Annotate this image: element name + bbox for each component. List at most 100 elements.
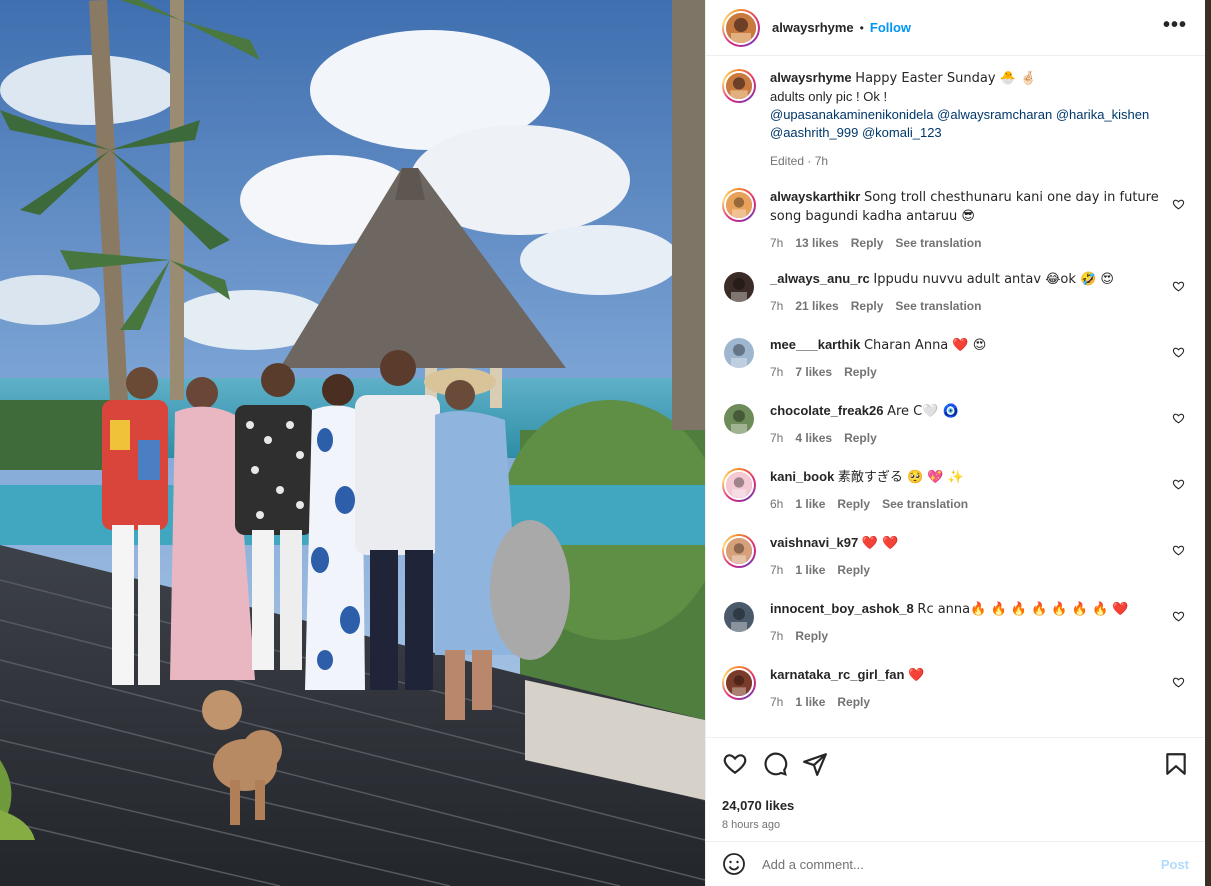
comment-avatar[interactable] — [722, 188, 756, 222]
comment-like-heart-icon[interactable] — [1172, 280, 1185, 293]
comment-avatar-image — [724, 404, 754, 434]
comment-avatar[interactable] — [722, 468, 756, 502]
comment-text: ❤️ — [908, 668, 925, 683]
comment-meta: 7h 1 like Reply — [770, 693, 1161, 711]
more-options-icon[interactable]: ••• — [1163, 15, 1187, 35]
comment-like-heart-icon[interactable] — [1172, 610, 1185, 623]
caption-mentions-line1[interactable]: @upasanakaminenikonidela @alwaysramchara… — [770, 106, 1161, 124]
comment-username[interactable]: innocent_boy_ashok_8 — [770, 601, 914, 616]
comment-meta: 7h 4 likes Reply — [770, 429, 1161, 447]
comments-list[interactable]: alwaysrhyme Happy Easter Sunday 🐣 🤞🏻 adu… — [706, 57, 1205, 737]
follow-button[interactable]: Follow — [870, 20, 911, 35]
comment-avatar-image — [724, 272, 754, 302]
comment-body: chocolate_freak26 Are C🤍 🧿 7h 4 likes Re… — [770, 402, 1189, 450]
caption-avatar[interactable] — [722, 69, 756, 103]
comment-item: _always_anu_rc Ippudu nuvvu adult antav … — [722, 270, 1189, 318]
add-comment-input[interactable] — [762, 856, 1161, 872]
post-comment-button[interactable]: Post — [1161, 857, 1189, 872]
separator-dot: • — [859, 20, 864, 35]
share-send-icon[interactable] — [802, 751, 828, 777]
comment-meta: 7h 21 likes Reply See translation — [770, 297, 1161, 315]
comment-like-heart-icon[interactable] — [1172, 544, 1185, 557]
comment-username[interactable]: chocolate_freak26 — [770, 403, 883, 418]
comment-reply-button[interactable]: Reply — [837, 561, 870, 579]
comment-avatar[interactable] — [722, 600, 756, 634]
comment-bubble-icon[interactable] — [762, 751, 788, 777]
author-avatar-image — [726, 12, 756, 43]
comment-item: karnataka_rc_girl_fan ❤️ 7h 1 like Reply — [722, 666, 1189, 714]
comment-reply-button[interactable]: Reply — [837, 495, 870, 513]
comment-text: Rc anna🔥 🔥 🔥 🔥 🔥 🔥 🔥 ❤️ — [917, 602, 1129, 617]
comment-time[interactable]: 6h — [770, 495, 783, 513]
comment-avatar[interactable] — [722, 534, 756, 568]
comment-likes[interactable]: 4 likes — [795, 429, 832, 447]
comment-time[interactable]: 7h — [770, 561, 783, 579]
emoji-picker-icon[interactable] — [722, 852, 746, 876]
background-edge — [1205, 0, 1211, 886]
comment-time[interactable]: 7h — [770, 693, 783, 711]
comment-reply-button[interactable]: Reply — [844, 363, 877, 381]
like-heart-icon[interactable] — [722, 751, 748, 777]
comment-time[interactable]: 7h — [770, 627, 783, 645]
comment-container: alwayskarthikr Song troll chesthunaru ka… — [722, 188, 1189, 714]
comment-likes[interactable]: 1 like — [795, 561, 825, 579]
comment-like-heart-icon[interactable] — [1172, 346, 1185, 359]
post-actions: 24,070 likes 8 hours ago — [706, 737, 1205, 831]
post-caption: alwaysrhyme Happy Easter Sunday 🐣 🤞🏻 adu… — [722, 69, 1189, 170]
comment-avatar-image — [724, 338, 754, 368]
comment-body: karnataka_rc_girl_fan ❤️ 7h 1 like Reply — [770, 666, 1189, 714]
comment-body: mee___karthik Charan Anna ❤️ 😍 7h 7 like… — [770, 336, 1189, 384]
save-bookmark-icon[interactable] — [1163, 751, 1189, 777]
comment-time[interactable]: 7h — [770, 297, 783, 315]
comment-username[interactable]: vaishnavi_k97 — [770, 535, 858, 550]
comment-see-translation[interactable]: See translation — [895, 297, 981, 315]
comment-see-translation[interactable]: See translation — [895, 234, 981, 252]
comment-username[interactable]: alwayskarthikr — [770, 189, 860, 204]
comment-likes[interactable]: 1 like — [795, 495, 825, 513]
comment-reply-button[interactable]: Reply — [795, 627, 828, 645]
comment-like-heart-icon[interactable] — [1172, 198, 1185, 211]
comment-likes[interactable]: 13 likes — [795, 234, 838, 252]
comment-time[interactable]: 7h — [770, 234, 783, 252]
comment-body: _always_anu_rc Ippudu nuvvu adult antav … — [770, 270, 1189, 318]
comment-like-heart-icon[interactable] — [1172, 478, 1185, 491]
comment-avatar[interactable] — [722, 270, 756, 304]
action-icons-row — [722, 750, 1189, 778]
comment-username[interactable]: mee___karthik — [770, 337, 860, 352]
comment-reply-button[interactable]: Reply — [851, 297, 884, 315]
post-details-panel: alwaysrhyme • Follow ••• alwaysrhyme Hap… — [705, 0, 1205, 886]
comment-text: Charan Anna ❤️ 😍 — [863, 338, 987, 353]
comment-time[interactable]: 7h — [770, 429, 783, 447]
post-header: alwaysrhyme • Follow ••• — [706, 0, 1205, 56]
likes-count[interactable]: 24,070 likes — [722, 798, 1189, 813]
comment-likes[interactable]: 1 like — [795, 693, 825, 711]
comment-reply-button[interactable]: Reply — [844, 429, 877, 447]
comment-avatar[interactable] — [722, 666, 756, 700]
comment-username[interactable]: kani_book — [770, 469, 834, 484]
comment-reply-button[interactable]: Reply — [837, 693, 870, 711]
comment-avatar[interactable] — [722, 402, 756, 436]
post-photo[interactable] — [0, 0, 705, 886]
caption-mentions-line2[interactable]: @aashrith_999 @komali_123 — [770, 124, 1161, 142]
comment-text: Ippudu nuvvu adult antav 😂ok 🤣 😍 — [873, 272, 1114, 287]
caption-username[interactable]: alwaysrhyme — [770, 70, 852, 85]
comment-avatar[interactable] — [722, 336, 756, 370]
comment-like-heart-icon[interactable] — [1172, 412, 1185, 425]
posted-time[interactable]: 8 hours ago — [722, 819, 1189, 831]
comment-like-heart-icon[interactable] — [1172, 676, 1185, 689]
comment-see-translation[interactable]: See translation — [882, 495, 968, 513]
comment-body: alwayskarthikr Song troll chesthunaru ka… — [770, 188, 1189, 252]
caption-text-line2: adults only pic ! Ok ! — [770, 89, 888, 104]
comment-time[interactable]: 7h — [770, 363, 783, 381]
author-avatar[interactable] — [722, 8, 760, 47]
comment-username[interactable]: karnataka_rc_girl_fan — [770, 667, 904, 682]
comment-likes[interactable]: 21 likes — [795, 297, 838, 315]
comment-likes[interactable]: 7 likes — [795, 363, 832, 381]
caption-body: alwaysrhyme Happy Easter Sunday 🐣 🤞🏻 adu… — [770, 69, 1189, 170]
comment-avatar-image — [726, 670, 752, 696]
comment-meta: 6h 1 like Reply See translation — [770, 495, 1161, 513]
comment-reply-button[interactable]: Reply — [851, 234, 884, 252]
author-username[interactable]: alwaysrhyme — [772, 20, 854, 35]
comment-avatar-image — [726, 472, 752, 498]
comment-username[interactable]: _always_anu_rc — [770, 271, 870, 286]
